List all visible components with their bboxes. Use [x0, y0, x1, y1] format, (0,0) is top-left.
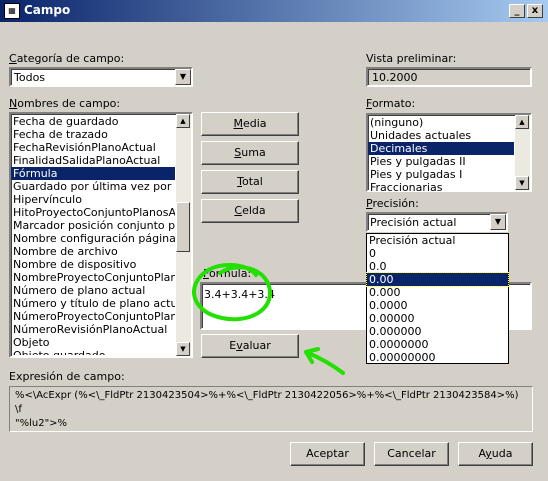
formato-label: Formato: [366, 97, 416, 110]
formato-list[interactable]: (ninguno) Unidades actuales Decimales Pies … [366, 113, 532, 192]
precision-option[interactable]: 0.0 [367, 260, 508, 273]
expresion-label: Expresión de campo: [9, 370, 125, 383]
nombres-list-item[interactable]: HitoProyectoConjuntoPlanosActual [11, 206, 175, 219]
nombres-list-item[interactable]: Marcador posición conjunto planos [11, 219, 175, 232]
precision-label: Precisión: [366, 197, 419, 210]
expresion-line1: %<\AcExpr (%<\_FldPtr 2130423504>%+%<\_F… [15, 390, 519, 415]
title-bar: ▦ Campo _ x [0, 0, 548, 22]
precision-option[interactable]: 0.0000 [367, 299, 508, 312]
formato-scrollbar[interactable]: ▲ ▼ [515, 115, 530, 190]
nombres-list-item[interactable]: Objeto [11, 336, 175, 349]
nombres-list[interactable]: Fecha de guardado Fecha de trazado FechaRe… [9, 112, 193, 358]
precision-option[interactable]: 0.00 [366, 272, 509, 287]
categoria-combo[interactable]: Todos ▼ [9, 67, 193, 87]
nombres-list-item[interactable]: FinalidadSalidaPlanoActual [11, 154, 175, 167]
nombres-list-item[interactable]: Fórmula [11, 167, 175, 180]
nombres-list-item[interactable]: Guardado por última vez por [11, 180, 175, 193]
window-title: Campo [24, 3, 71, 17]
precision-option[interactable]: 0.000000 [367, 325, 508, 338]
chevron-down-icon[interactable]: ▼ [490, 214, 506, 230]
nombres-list-item[interactable]: NombreProyectoConjuntoPlanosActual [11, 271, 175, 284]
celda-button[interactable]: Celda [201, 199, 299, 223]
scroll-up-icon[interactable]: ▲ [515, 115, 529, 129]
vista-label: Vista preliminar: [366, 52, 457, 65]
close-button[interactable]: x [527, 4, 543, 18]
nombres-list-item[interactable]: FechaRevisiónPlanoActual [11, 141, 175, 154]
nombres-list-item[interactable]: NúmeroProyectoConjuntoPlanosActual [11, 310, 175, 323]
precision-value: Precisión actual [370, 216, 457, 229]
precision-option[interactable]: 0.000 [367, 286, 508, 299]
formato-list-item[interactable]: Pies y pulgadas II [368, 155, 514, 168]
nombres-list-item[interactable]: Fecha de trazado [11, 128, 175, 141]
precision-combo[interactable]: Precisión actual ▼ [366, 212, 508, 232]
annotation-overlay [192, 262, 345, 375]
precision-option[interactable]: 0 [367, 247, 508, 260]
cancelar-button[interactable]: Cancelar [374, 442, 449, 466]
categoria-value: Todos [14, 71, 46, 84]
formato-list-item[interactable]: Fraccionarias [368, 181, 514, 191]
annotation-circle [192, 262, 273, 322]
formato-list-item[interactable]: Unidades actuales [368, 129, 514, 142]
nombres-list-item[interactable]: Hipervínculo [11, 193, 175, 206]
nombres-list-item[interactable]: Nombre configuración página [11, 232, 175, 245]
app-icon: ▦ [4, 3, 20, 19]
nombres-list-item[interactable]: Objeto guardado [11, 349, 175, 355]
nombres-list-item[interactable]: Nombre de archivo [11, 245, 175, 258]
precision-option[interactable]: 0.00000 [367, 312, 508, 325]
nombres-label: Nombres de campo: [9, 97, 121, 110]
formato-list-item[interactable]: Pies y pulgadas I [368, 168, 514, 181]
nombres-list-item[interactable]: Número y título de plano actual [11, 297, 175, 310]
precision-option[interactable]: 0.00000000 [367, 351, 508, 364]
nombres-items: Fecha de guardado Fecha de trazado FechaRe… [11, 115, 175, 355]
scroll-down-icon[interactable]: ▼ [515, 176, 529, 190]
nombres-list-item[interactable]: NúmeroRevisiónPlanoActual [11, 323, 175, 336]
precision-option[interactable]: 0.0000000 [367, 338, 508, 351]
formato-list-item[interactable]: (ninguno) [368, 116, 514, 129]
annotation-arrow [304, 347, 345, 375]
minimize-button[interactable]: _ [509, 4, 525, 18]
scroll-thumb[interactable] [176, 202, 190, 252]
expresion-box: %<\AcExpr (%<\_FldPtr 2130423504>%+%<\_F… [9, 386, 533, 432]
precision-dropdown[interactable]: Precisión actual 0 0.0 0.00 0.000 0.0000 0.000… [366, 233, 509, 364]
formato-list-item[interactable]: Decimales [368, 142, 514, 155]
precision-option[interactable]: Precisión actual [367, 234, 508, 247]
aceptar-button[interactable]: Aceptar [290, 442, 365, 466]
vista-value: 10.2000 [372, 71, 418, 84]
expresion-line2: "%lu2">% [15, 418, 68, 429]
nombres-list-item[interactable]: Fecha de guardado [11, 115, 175, 128]
ayuda-button[interactable]: Ayuda [458, 442, 533, 466]
nombres-list-item[interactable]: Nombre de dispositivo [11, 258, 175, 271]
scroll-up-icon[interactable]: ▲ [176, 114, 190, 128]
total-button[interactable]: Total [201, 170, 299, 194]
categoria-label: Categoría de campo: [9, 52, 125, 65]
nombres-list-item[interactable]: Número de plano actual [11, 284, 175, 297]
formato-items: (ninguno) Unidades actuales Decimales Pies … [368, 116, 514, 191]
suma-button[interactable]: Suma [201, 141, 299, 165]
vista-field: 10.2000 [366, 67, 532, 87]
chevron-down-icon[interactable]: ▼ [175, 69, 191, 85]
media-button[interactable]: Media [201, 112, 299, 136]
